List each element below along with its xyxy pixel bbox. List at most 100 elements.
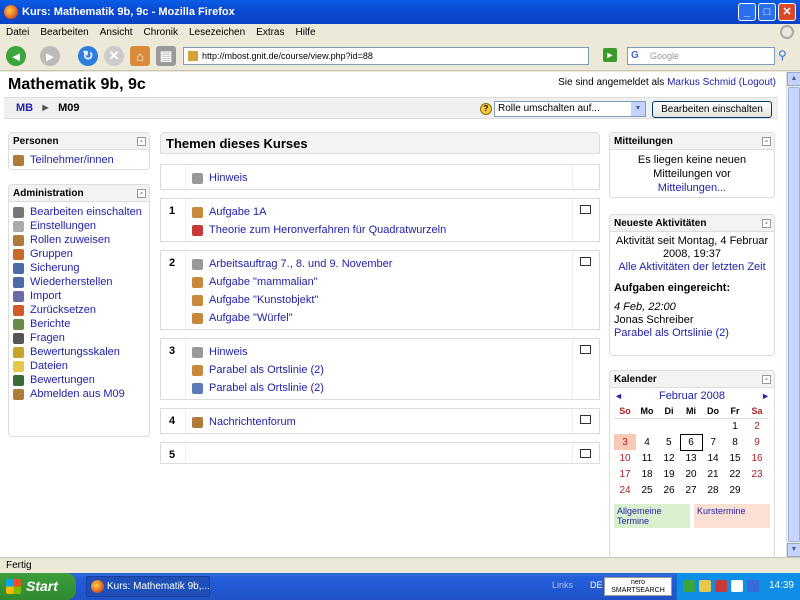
links-toolbar[interactable]: Links — [552, 580, 573, 590]
menu-datei[interactable]: Datei — [6, 27, 29, 38]
scroll-up-icon[interactable]: ▲ — [787, 72, 800, 86]
nero-search-box[interactable]: nero SMARTSEARCH — [604, 577, 672, 596]
admin-item-backup[interactable]: Sicherung — [13, 262, 145, 275]
activity-item[interactable]: Hinweis — [192, 169, 566, 187]
admin-item-roles[interactable]: Rollen zuweisen — [13, 234, 145, 247]
tray-app-icon[interactable] — [699, 580, 711, 592]
maximize-button[interactable]: □ — [758, 3, 776, 21]
activity-item[interactable]: Parabel als Ortslinie (2) — [192, 361, 566, 379]
help-icon[interactable]: ? — [480, 103, 492, 115]
role-switch-select[interactable]: Rolle umschalten auf... ▼ — [494, 101, 646, 117]
admin-item-files[interactable]: Dateien — [13, 360, 145, 373]
all-activity-link[interactable]: Alle Aktivitäten der letzten Zeit — [614, 261, 770, 274]
taskbar-firefox-item[interactable]: Kurs: Mathematik 9b,... — [86, 576, 210, 597]
calendar-day[interactable]: 17 — [614, 466, 636, 482]
admin-item-questions[interactable]: Fragen — [13, 332, 145, 345]
collapse-icon[interactable]: - — [137, 137, 146, 146]
edit-mode-button[interactable]: Bearbeiten einschalten — [652, 101, 772, 118]
activity-item[interactable]: Hinweis — [192, 343, 566, 361]
activity-item[interactable]: Parabel als Ortslinie (2) — [192, 379, 566, 397]
scroll-down-icon[interactable]: ▼ — [787, 543, 800, 557]
calendar-day[interactable]: 10 — [614, 450, 636, 466]
home-icon[interactable]: ⌂ — [130, 46, 150, 66]
highlight-toggle-icon[interactable] — [580, 257, 591, 266]
activity-item[interactable]: Aufgabe "mammalian" — [192, 273, 566, 291]
user-link[interactable]: Markus Schmid — [667, 77, 736, 88]
admin-item-scales[interactable]: Bewertungsskalen — [13, 346, 145, 359]
collapse-icon[interactable]: - — [762, 137, 771, 146]
collapse-icon[interactable]: - — [762, 375, 771, 384]
print-icon[interactable]: ▤ — [156, 46, 176, 66]
activity-item[interactable]: Aufgabe 1A — [192, 203, 566, 221]
admin-item-unenrol[interactable]: Abmelden aus M09 — [13, 388, 145, 401]
calendar-day[interactable]: 18 — [636, 466, 658, 482]
highlight-toggle-icon[interactable] — [580, 205, 591, 214]
collapse-icon[interactable]: - — [137, 189, 146, 198]
activity-item[interactable]: Theorie zum Heronverfahren für Quadratwu… — [192, 221, 566, 239]
calendar-day[interactable]: 15 — [724, 450, 746, 466]
calendar-day[interactable]: 14 — [702, 450, 724, 466]
calendar-day[interactable]: 25 — [636, 482, 658, 498]
activity-item[interactable]: Aufgabe "Kunstobjekt" — [192, 291, 566, 309]
admin-item-groups[interactable]: Gruppen — [13, 248, 145, 261]
activity-item[interactable]: Arbeitsauftrag 7., 8. und 9. November — [192, 255, 566, 273]
scroll-thumb[interactable] — [788, 87, 800, 542]
tray-app-icon[interactable] — [715, 580, 727, 592]
logout-link[interactable]: (Logout) — [739, 77, 776, 88]
activity-item[interactable]: Aufgabe "Würfel" — [192, 309, 566, 327]
page-scrollbar[interactable]: ▲ ▼ — [786, 72, 800, 557]
highlight-toggle-icon[interactable] — [580, 345, 591, 354]
participants-link[interactable]: Teilnehmer/innen — [13, 154, 145, 167]
previous-month-icon[interactable]: ◄ — [614, 391, 623, 401]
calendar-month[interactable]: Februar 2008 — [659, 390, 725, 402]
volume-icon[interactable] — [747, 580, 759, 592]
calendar-day[interactable]: 26 — [658, 482, 680, 498]
admin-item-reset[interactable]: Zurücksetzen — [13, 304, 145, 317]
reload-icon[interactable]: ↻ — [78, 46, 98, 66]
calendar-day[interactable]: 11 — [636, 450, 658, 466]
calendar-day[interactable]: 9 — [746, 434, 768, 450]
tray-app-icon[interactable] — [731, 580, 743, 592]
calendar-day[interactable]: 4 — [636, 434, 658, 450]
minimize-button[interactable]: _ — [738, 3, 756, 21]
stop-icon[interactable]: ✕ — [104, 46, 124, 66]
calendar-day-today[interactable]: 6 — [679, 433, 703, 451]
calendar-day[interactable]: 27 — [680, 482, 702, 498]
next-month-icon[interactable]: ► — [761, 391, 770, 401]
legend-general-events[interactable]: Allgemeine Termine — [614, 504, 690, 528]
menu-bearbeiten[interactable]: Bearbeiten — [40, 27, 88, 38]
admin-item-grades[interactable]: Bewertungen — [13, 374, 145, 387]
menu-extras[interactable]: Extras — [256, 27, 284, 38]
calendar-day[interactable]: 2 — [746, 418, 768, 434]
activity-item[interactable]: Nachrichtenforum — [192, 413, 566, 431]
calendar-day[interactable]: 5 — [658, 434, 680, 450]
admin-item-settings[interactable]: Einstellungen — [13, 220, 145, 233]
forward-icon[interactable]: ► — [40, 46, 60, 66]
go-button[interactable]: ► — [603, 48, 617, 62]
legend-course-events[interactable]: Kurstermine — [694, 504, 770, 528]
calendar-day[interactable]: 22 — [724, 466, 746, 482]
calendar-day-event[interactable]: 3 — [614, 434, 636, 450]
admin-item-import[interactable]: Import — [13, 290, 145, 303]
calendar-day[interactable]: 29 — [724, 482, 746, 498]
back-icon[interactable]: ◄ — [6, 46, 26, 66]
highlight-toggle-icon[interactable] — [580, 415, 591, 424]
calendar-day[interactable]: 19 — [658, 466, 680, 482]
calendar-day[interactable]: 16 — [746, 450, 768, 466]
breadcrumb-home-link[interactable]: MB — [16, 102, 33, 114]
calendar-day[interactable]: 1 — [724, 418, 746, 434]
submission-task-link[interactable]: Parabel als Ortslinie (2) — [614, 327, 770, 340]
search-icon[interactable]: ⚲ — [778, 48, 792, 62]
calendar-day[interactable]: 12 — [658, 450, 680, 466]
admin-item-reports[interactable]: Berichte — [13, 318, 145, 331]
calendar-day[interactable]: 21 — [702, 466, 724, 482]
close-button[interactable]: ✕ — [778, 3, 796, 21]
menu-chronik[interactable]: Chronik — [144, 27, 178, 38]
calendar-day[interactable]: 8 — [724, 434, 746, 450]
calendar-day[interactable]: 13 — [680, 450, 702, 466]
news-link[interactable]: Mitteilungen... — [614, 181, 770, 195]
tray-app-icon[interactable] — [683, 580, 695, 592]
url-input[interactable]: http://mbost.gnit.de/course/view.php?id=… — [183, 47, 589, 65]
language-indicator[interactable]: DE — [590, 580, 603, 590]
collapse-icon[interactable]: - — [762, 219, 771, 228]
